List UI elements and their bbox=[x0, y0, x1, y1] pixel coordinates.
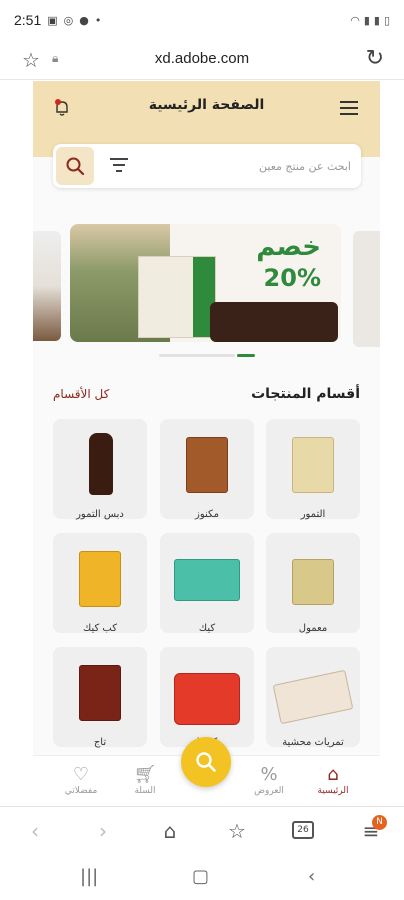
search-fab-button[interactable] bbox=[181, 737, 231, 787]
category-card[interactable]: كليجا bbox=[160, 647, 254, 748]
forward-icon[interactable]: › bbox=[88, 819, 118, 843]
carousel-indicator bbox=[159, 354, 255, 358]
nav-favorites-label: مفضلاتي bbox=[64, 786, 98, 796]
all-categories-link[interactable]: كل الأقسام bbox=[53, 387, 109, 401]
search-input[interactable] bbox=[161, 156, 351, 176]
category-card[interactable]: دبس التمور bbox=[53, 419, 147, 520]
section-title: أقسام المنتجات bbox=[251, 386, 360, 402]
category-card[interactable]: مكنوز bbox=[160, 419, 254, 520]
category-label: التمور bbox=[300, 509, 326, 520]
category-label: مكنوز bbox=[195, 509, 219, 520]
banner-peek-left[interactable] bbox=[33, 231, 61, 341]
page-title: الصفحة الرئيسية bbox=[148, 97, 265, 113]
battery-icon: ▯ bbox=[383, 13, 390, 27]
product-image bbox=[79, 551, 121, 607]
back-button-icon[interactable]: ‹ bbox=[308, 866, 315, 887]
wifi-icon: ◠ bbox=[350, 13, 360, 27]
home-button-icon[interactable]: ▢ bbox=[192, 866, 209, 887]
nav-home[interactable]: ⌂ الرئيسية bbox=[303, 764, 363, 796]
nav-cart-label: السلة bbox=[134, 786, 156, 796]
image-icon: ▣ bbox=[47, 13, 58, 27]
product-image bbox=[272, 669, 354, 725]
category-label: تاج bbox=[93, 737, 107, 748]
category-label: تمريات محشية bbox=[282, 737, 344, 748]
category-label: دبس التمور bbox=[76, 509, 124, 520]
dot-icon: • bbox=[94, 13, 102, 27]
category-label: معمول bbox=[298, 623, 328, 634]
dates-box-image bbox=[138, 256, 216, 338]
browser-toolbar: ‹ › ⌂ ☆ 26 ≡ N bbox=[0, 806, 404, 854]
heart-icon: ♡ bbox=[72, 764, 90, 785]
promo-banner[interactable]: خصم 20% bbox=[70, 224, 341, 342]
android-nav-bar: ||| ▢ ‹ bbox=[0, 854, 404, 900]
product-image bbox=[292, 437, 334, 493]
search-bar bbox=[53, 144, 361, 188]
product-image bbox=[89, 433, 113, 495]
reload-icon[interactable]: ↻ bbox=[366, 46, 384, 71]
category-label: كب كيك bbox=[83, 623, 117, 634]
facebook-icon: ● bbox=[79, 13, 89, 27]
category-card[interactable]: معمول bbox=[266, 533, 360, 634]
category-card[interactable]: تاج bbox=[53, 647, 147, 748]
product-image bbox=[292, 559, 334, 605]
url-text[interactable]: xd.adobe.com bbox=[0, 50, 404, 67]
menu-badge: N bbox=[372, 815, 387, 830]
nav-favorites[interactable]: ♡ مفضلاتي bbox=[51, 764, 111, 796]
voicemail-icon: ◎ bbox=[63, 13, 74, 27]
nav-offers-label: العروض bbox=[254, 786, 284, 796]
category-card[interactable]: كب كيك bbox=[53, 533, 147, 634]
tabs-icon[interactable]: 26 bbox=[292, 821, 314, 839]
product-image bbox=[186, 437, 228, 493]
product-image bbox=[174, 673, 240, 725]
home-icon: ⌂ bbox=[327, 764, 339, 785]
dates-tray-image bbox=[210, 302, 338, 342]
bookmarks-icon[interactable]: ☆ bbox=[222, 819, 252, 843]
product-image bbox=[174, 559, 240, 601]
browser-url-bar[interactable]: ☆ 🔒︎ xd.adobe.com ↻ bbox=[0, 40, 404, 80]
search-icon bbox=[196, 752, 216, 772]
filter-icon[interactable] bbox=[110, 158, 128, 172]
category-label: كيك bbox=[198, 623, 216, 634]
status-bar: 2:51 ▣ ◎ ● • ◠ ▮ ▮ ▯ bbox=[0, 0, 404, 40]
banner-discount: 20% bbox=[263, 264, 321, 292]
percent-icon: % bbox=[260, 764, 278, 785]
nav-offers[interactable]: % العروض bbox=[239, 764, 299, 796]
category-card[interactable]: كيك bbox=[160, 533, 254, 634]
category-card[interactable]: التمور bbox=[266, 419, 360, 520]
signal-icon: ▮ bbox=[363, 13, 370, 27]
search-button[interactable] bbox=[56, 147, 94, 185]
nav-cart[interactable]: 🛒︎ السلة bbox=[115, 764, 175, 796]
search-icon bbox=[66, 157, 85, 176]
cart-icon: 🛒︎ bbox=[133, 764, 157, 785]
back-icon[interactable]: ‹ bbox=[20, 819, 50, 843]
category-card[interactable]: تمريات محشية bbox=[266, 647, 360, 748]
app-frame: الصفحة الرئيسية خصم 20% bbox=[33, 81, 380, 805]
product-image bbox=[79, 665, 121, 721]
signal-icon: ▮ bbox=[373, 13, 380, 27]
status-time: 2:51 bbox=[14, 12, 42, 28]
home-icon[interactable]: ⌂ bbox=[155, 819, 185, 843]
banner-peek-right[interactable] bbox=[353, 231, 380, 347]
nav-home-label: الرئيسية bbox=[317, 786, 349, 796]
hamburger-menu-icon[interactable] bbox=[340, 101, 358, 115]
recents-icon[interactable]: ||| bbox=[80, 866, 98, 887]
banner-headline: خصم bbox=[256, 232, 321, 262]
